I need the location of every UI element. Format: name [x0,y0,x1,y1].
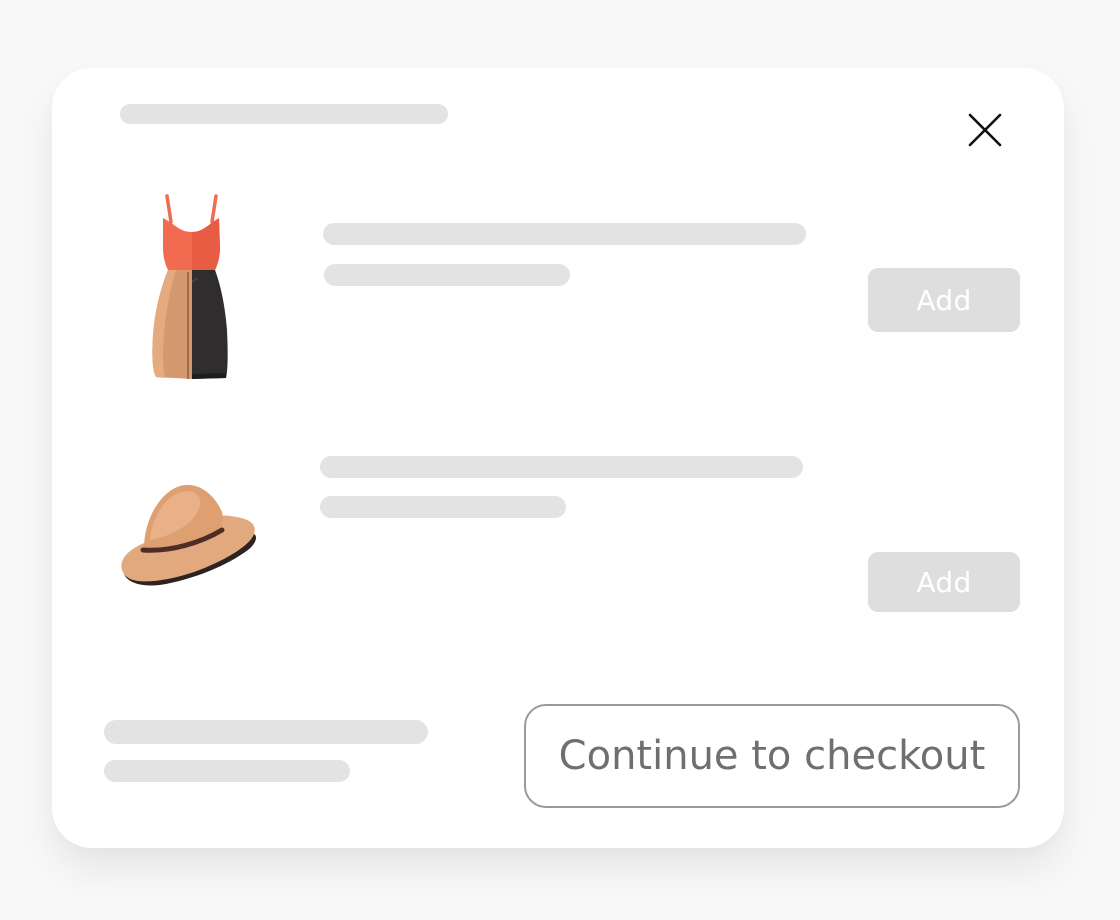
product-price-placeholder [324,264,570,286]
checkout-button[interactable]: Continue to checkout [524,704,1020,808]
total-label-placeholder [104,720,428,744]
product-title-placeholder [323,223,806,245]
modal-title-placeholder [120,104,448,124]
product-image-hat [116,478,260,588]
add-button[interactable]: Add [868,552,1020,612]
product-price-placeholder [320,496,566,518]
close-icon [968,113,1002,147]
hat-icon [121,484,256,586]
add-button[interactable]: Add [868,268,1020,332]
dress-icon [152,194,228,379]
product-image-dress [140,192,244,384]
product-title-placeholder [320,456,803,478]
total-value-placeholder [104,760,350,782]
close-button[interactable] [956,100,1014,158]
